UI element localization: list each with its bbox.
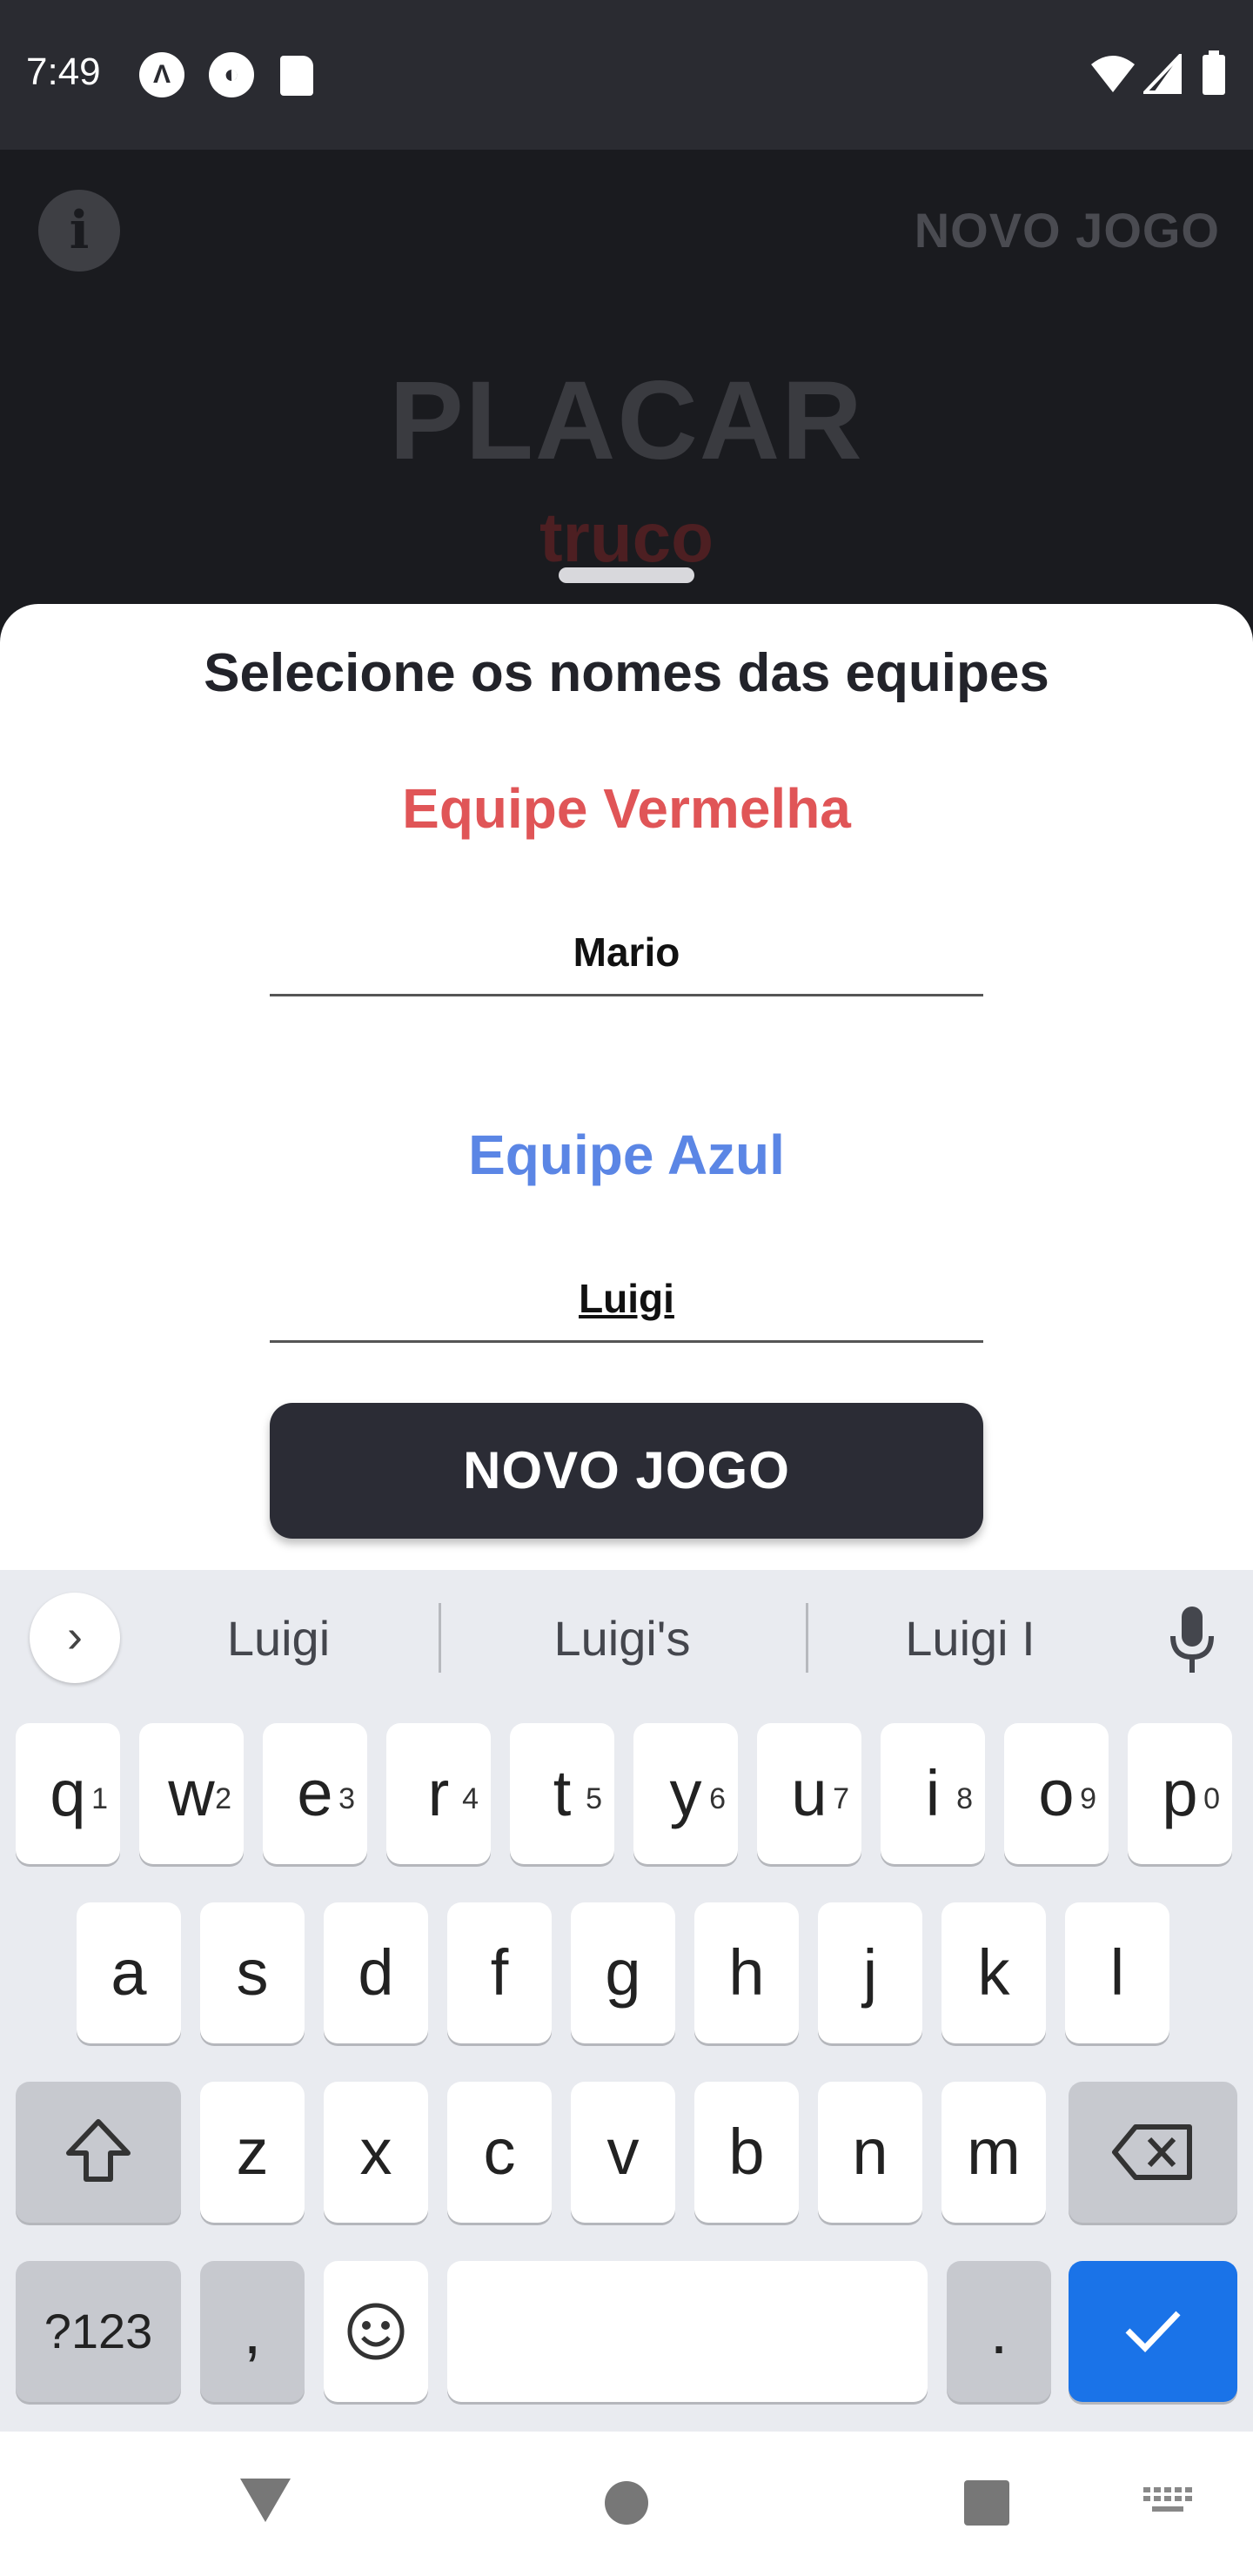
space-key[interactable] [447,2261,928,2402]
sheet-drag-handle[interactable] [559,567,694,583]
sd-card-icon [280,56,313,96]
key-u[interactable]: 7u [757,1723,861,1864]
symbols-key[interactable]: ?123 [16,2261,181,2402]
key-e[interactable]: 3e [263,1723,367,1864]
key-b[interactable]: b [694,2082,799,2223]
red-team-label: Equipe Vermelha [402,777,851,840]
key-f[interactable]: f [447,1902,552,2043]
blue-team-name-input[interactable] [270,1257,983,1343]
microphone-icon[interactable] [1166,1603,1218,1678]
key-i[interactable]: 8i [881,1723,985,1864]
battery-icon [1203,50,1225,95]
suggestion-2[interactable]: Luigi's [496,1610,748,1671]
app-notification-icon-2: ◐ [209,52,254,97]
key-h[interactable]: h [694,1902,799,2043]
key-r[interactable]: 4r [386,1723,491,1864]
backspace-icon [1112,2124,1192,2180]
key-n[interactable]: n [818,2082,922,2223]
suggestion-3[interactable]: Luigi I [844,1610,1096,1671]
app-subtitle: truco [539,499,714,576]
suggestion-1[interactable]: Luigi [148,1610,409,1671]
shift-key[interactable] [16,2082,181,2223]
key-a[interactable]: a [77,1902,181,2043]
period-key[interactable]: . [947,2261,1051,2402]
checkmark-icon [1125,2311,1181,2353]
new-game-button[interactable]: NOVO JOGO [270,1403,983,1539]
app-title: PLACAR [389,359,864,483]
emoji-key[interactable] [324,2261,428,2402]
shift-icon [66,2119,131,2182]
enter-key[interactable] [1069,2261,1237,2402]
key-t[interactable]: 5t [510,1723,614,1864]
key-p[interactable]: 0p [1128,1723,1232,1864]
app-notification-icon: Λ [139,52,184,97]
wifi-icon [1091,56,1135,92]
key-y[interactable]: 6y [633,1723,738,1864]
home-icon[interactable] [604,2480,649,2526]
suggestion-divider [439,1603,441,1673]
key-x[interactable]: x [324,2082,428,2223]
signal-icon [1143,54,1182,94]
key-w[interactable]: 2w [139,1723,244,1864]
back-icon[interactable] [238,2477,292,2524]
key-d[interactable]: d [324,1902,428,2043]
red-team-name-input[interactable] [270,910,983,996]
comma-key[interactable]: , [200,2261,305,2402]
key-s[interactable]: s [200,1902,305,2043]
key-c[interactable]: c [447,2082,552,2223]
recents-icon[interactable] [964,2480,1009,2526]
sheet-title: Selecione os nomes das equipes [204,643,1049,703]
info-icon[interactable]: i [38,190,120,272]
backspace-key[interactable] [1069,2082,1237,2223]
blue-team-label: Equipe Azul [468,1124,785,1186]
key-v[interactable]: v [571,2082,675,2223]
key-l[interactable]: l [1065,1902,1169,2043]
status-bar [0,0,1253,150]
status-time: 7:49 [26,50,101,93]
key-z[interactable]: z [200,2082,305,2223]
suggestion-divider [806,1603,808,1673]
key-o[interactable]: 9o [1004,1723,1109,1864]
key-j[interactable]: j [818,1902,922,2043]
keyboard-switch-icon[interactable] [1143,2487,1194,2519]
key-k[interactable]: k [941,1902,1046,2043]
key-m[interactable]: m [941,2082,1046,2223]
key-q[interactable]: 1q [16,1723,120,1864]
emoji-icon [347,2303,405,2360]
key-g[interactable]: g [571,1902,675,2043]
header-new-game-button[interactable]: NOVO JOGO [915,202,1220,258]
chevron-right-icon[interactable]: › [30,1593,120,1683]
